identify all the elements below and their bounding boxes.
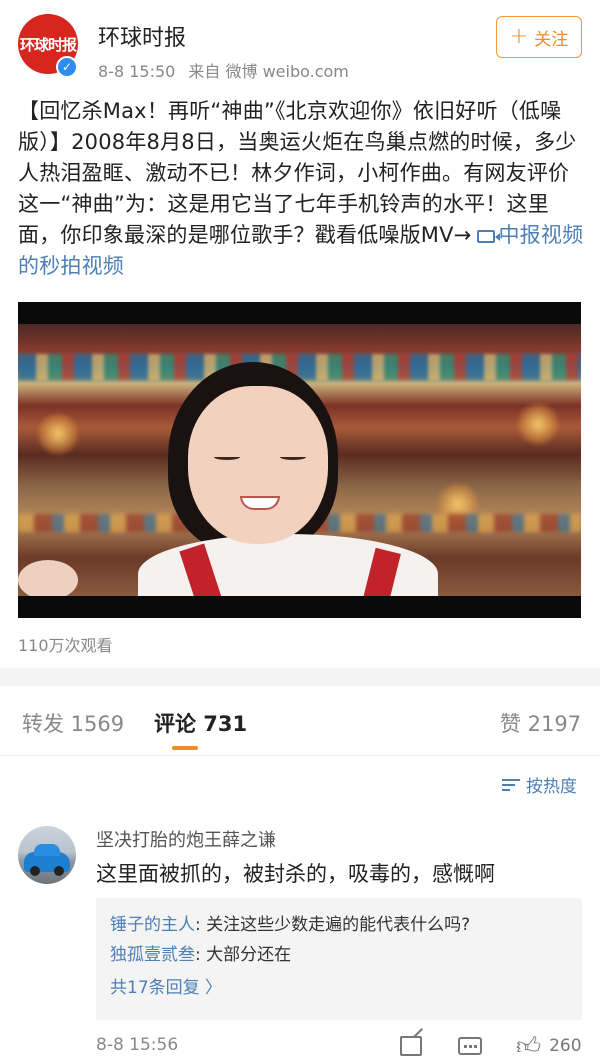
section-divider <box>0 668 600 686</box>
share-button[interactable] <box>400 1032 422 1060</box>
reply-text: : 关注这些少数走遍的能代表什么吗? <box>195 915 471 935</box>
reply-user[interactable]: 独孤壹贰叁 <box>110 945 195 965</box>
sort-icon <box>502 778 520 792</box>
verified-icon: ✓ <box>56 56 78 78</box>
reply-item: 锤子的主人: 关注这些少数走遍的能代表什么吗? <box>110 910 568 940</box>
video-link-icon <box>477 230 501 243</box>
view-count: 110万次观看 <box>18 636 113 655</box>
commenter-avatar[interactable] <box>18 826 76 884</box>
brand-logo: 环球时报 <box>19 35 77 54</box>
reply-box[interactable]: 锤子的主人: 关注这些少数走遍的能代表什么吗? 独孤壹贰叁: 大部分还在 共17… <box>96 898 582 1020</box>
video-frame <box>18 324 581 596</box>
reply-item: 独孤壹贰叁: 大部分还在 <box>110 940 568 970</box>
comment-icon <box>458 1037 482 1055</box>
comment-time: 8-8 15:56 <box>96 1035 179 1055</box>
post-header: 环球时报 ✓ 环球时报 8-8 15:50 来自 微博 weibo.com + … <box>0 0 600 96</box>
commenter-name[interactable]: 坚决打胎的炮王薛之谦 <box>96 826 276 852</box>
comment-footer: 8-8 15:56 👍︎ 260 <box>0 1030 600 1064</box>
active-tab-indicator <box>172 746 198 750</box>
like-count: 260 <box>549 1036 582 1056</box>
like-icon: 👍︎ <box>516 1032 542 1060</box>
reply-button[interactable] <box>458 1032 482 1060</box>
post-time: 8-8 15:50 <box>98 62 176 81</box>
follow-label: 关注 <box>534 29 569 50</box>
post-source: 来自 微博 weibo.com <box>188 62 349 81</box>
reply-user[interactable]: 锤子的主人 <box>110 915 195 935</box>
post-text: 【回忆杀Max！再听“神曲”《北京欢迎你》依旧好听（低噪版）】2008年8月8日… <box>18 96 584 282</box>
comment-text: 这里面被抓的，被封杀的，吸毒的，感慨啊 <box>96 862 495 886</box>
interaction-tabs: 转发 1569 评论 731 赞 2197 <box>0 686 600 756</box>
follow-button[interactable]: + 关注 <box>496 16 582 58</box>
tab-repost[interactable]: 转发 1569 <box>22 708 124 738</box>
more-replies-link[interactable]: 共17条回复 〉 <box>110 970 568 1006</box>
author-name[interactable]: 环球时报 <box>98 20 186 52</box>
share-icon <box>400 1036 422 1056</box>
tab-comments[interactable]: 评论 731 <box>154 708 247 738</box>
sort-label: 按热度 <box>526 777 577 797</box>
post-meta: 8-8 15:50 来自 微博 weibo.com <box>98 58 357 82</box>
reply-text: : 大部分还在 <box>195 945 292 965</box>
plus-icon: + <box>509 24 529 49</box>
sort-button[interactable]: 按热度 <box>502 772 577 797</box>
tab-likes[interactable]: 赞 2197 <box>500 708 581 738</box>
video-player[interactable] <box>18 302 581 618</box>
like-button[interactable]: 👍︎ 260 <box>516 1032 582 1060</box>
